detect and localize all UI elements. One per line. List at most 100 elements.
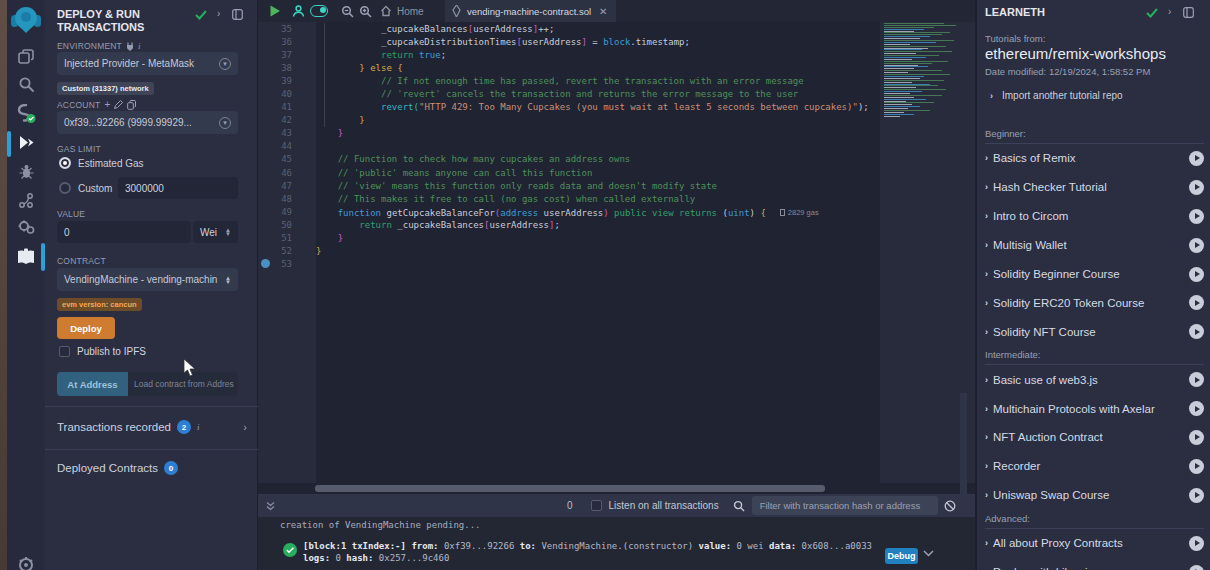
play-tutorial-icon[interactable] <box>1189 565 1204 570</box>
chevron-right-icon: › <box>985 404 988 414</box>
import-tutorial-row[interactable]: › Import another tutorial repo <box>990 90 1123 101</box>
line-number: 43 <box>258 127 292 140</box>
clear-terminal-icon[interactable] <box>944 500 956 512</box>
deploy-run-icon[interactable] <box>7 134 45 151</box>
section-label: Advanced: <box>985 513 1204 529</box>
play-tutorial-icon[interactable] <box>1189 488 1204 503</box>
tutorial-title: Multisig Wallet <box>993 239 1067 251</box>
play-tutorial-icon[interactable] <box>1189 151 1204 166</box>
zoom-out-icon[interactable] <box>341 5 354 18</box>
zoom-in-icon[interactable] <box>359 5 372 18</box>
search-icon[interactable] <box>7 76 45 93</box>
tutorial-item[interactable]: ›Solidity Beginner Course <box>985 260 1204 289</box>
line-number: 41 <box>258 101 292 114</box>
publish-ipfs-checkbox[interactable] <box>59 346 70 357</box>
play-tutorial-icon[interactable] <box>1189 295 1204 310</box>
plugin-manager-icon[interactable] <box>7 219 45 235</box>
line-number: 48 <box>258 193 292 206</box>
contract-select[interactable]: VendingMachine - vending-machin ▲▼ <box>57 268 238 291</box>
horizontal-scrollbar[interactable] <box>315 485 825 492</box>
code-editor[interactable]: 35363738394041424344454647484950515253 _… <box>258 22 975 483</box>
listen-checkbox[interactable] <box>591 500 602 511</box>
tutorial-item[interactable]: ›Intro to Circom <box>985 202 1204 231</box>
tutorial-item[interactable]: ›Basics of Remix <box>985 144 1204 173</box>
git-icon[interactable] <box>7 192 45 209</box>
publish-ipfs-row[interactable]: Publish to IPFS <box>59 346 146 357</box>
run-script-icon[interactable] <box>269 5 281 17</box>
tutorial-item[interactable]: ›Multisig Wallet <box>985 231 1204 260</box>
tutorial-item[interactable]: ›Solidity ERC20 Token Course <box>985 288 1204 317</box>
code-line <box>316 140 869 153</box>
play-tutorial-icon[interactable] <box>1189 267 1204 282</box>
learneth-icon[interactable] <box>7 248 45 266</box>
code-line: _cupcakeDistributionTimes[userAddress] =… <box>316 36 869 49</box>
play-tutorial-icon[interactable] <box>1189 324 1204 339</box>
environment-select[interactable]: Injected Provider - MetaMask ▾ <box>57 52 238 75</box>
divider <box>45 406 258 407</box>
value-unit-select[interactable]: Wei▲▼ <box>193 221 238 243</box>
play-tutorial-icon[interactable] <box>1189 536 1204 551</box>
code-line: function getCupcakeBalanceFor(address us… <box>316 206 869 219</box>
learneth-collapse-icon[interactable]: › <box>1168 6 1171 17</box>
tx-expand-icon[interactable] <box>923 550 934 557</box>
debug-button[interactable]: Debug <box>885 548 918 564</box>
tutorial-item[interactable]: ›Multichain Protocols with Axelar <box>985 394 1204 423</box>
panel-collapse-icon[interactable]: › <box>217 8 220 19</box>
tutorial-item[interactable]: ›All about Proxy Contracts <box>985 529 1204 558</box>
ai-toggle-icon[interactable] <box>310 5 328 17</box>
custom-gas-input[interactable]: 3000000 <box>118 177 238 199</box>
terminal[interactable]: creation of VendingMachine pending... [b… <box>258 517 975 570</box>
file-tab[interactable]: vending-machine-contract.sol ✕ <box>445 0 616 22</box>
at-address-button[interactable]: At Address <box>57 372 128 396</box>
tutorial-item[interactable]: ›Recorder <box>985 452 1204 481</box>
tutorial-item[interactable]: ›Uniswap Swap Course <box>985 481 1204 510</box>
transactions-recorded-row[interactable]: Transactions recorded 2 i › <box>57 420 247 434</box>
play-tutorial-icon[interactable] <box>1189 430 1204 445</box>
code-line: // 'public' means anyone can call this f… <box>316 167 869 180</box>
play-tutorial-icon[interactable] <box>1189 372 1204 387</box>
account-select[interactable]: 0xf39...92266 (9999.99929... ▾ <box>57 111 238 134</box>
tutorial-title: Intro to Circom <box>993 210 1068 222</box>
line-number: 42 <box>258 114 292 127</box>
code-line: revert("HTTP 429: Too Many Cupcakes (you… <box>316 101 869 114</box>
remixai-icon[interactable] <box>292 4 305 18</box>
value-input[interactable]: 0 <box>57 221 191 243</box>
tx-log-text[interactable]: [block:1 txIndex:-] from: 0xf39...92266 … <box>303 541 872 564</box>
tutorial-item[interactable]: ›Deploy with Libraries <box>985 558 1204 570</box>
custom-gas-radio[interactable]: Custom <box>59 182 112 194</box>
add-account-icon[interactable]: + <box>104 99 110 110</box>
terminal-count: 0 <box>567 500 573 511</box>
copy-icon[interactable] <box>127 100 136 110</box>
learneth-check-icon <box>1146 8 1158 18</box>
terminal-collapse-icon[interactable] <box>266 501 275 511</box>
repo-name: ethereum/remix-workshops <box>985 45 1166 62</box>
file-explorer-icon[interactable] <box>7 48 45 66</box>
play-tutorial-icon[interactable] <box>1189 401 1204 416</box>
transactions-expand-icon[interactable]: › <box>243 421 247 433</box>
play-tutorial-icon[interactable] <box>1189 180 1204 195</box>
deploy-button[interactable]: Deploy <box>57 317 115 339</box>
tutorial-item[interactable]: ›Solidity NFT Course <box>985 317 1204 346</box>
play-tutorial-icon[interactable] <box>1189 209 1204 224</box>
panel-pin-icon[interactable] <box>232 9 243 20</box>
deploy-run-panel: DEPLOY & RUN TRANSACTIONS › ENVIRONMENT … <box>45 0 258 570</box>
vertical-scrollbar[interactable] <box>960 393 967 505</box>
play-tutorial-icon[interactable] <box>1189 459 1204 474</box>
learneth-pin-icon[interactable] <box>1183 7 1194 18</box>
tutorial-item[interactable]: ›Basic use of web3.js <box>985 365 1204 394</box>
close-tab-icon[interactable]: ✕ <box>599 6 607 17</box>
solidity-compiler-icon[interactable] <box>7 104 45 124</box>
chevron-right-icon: › <box>985 269 988 279</box>
tutorial-item[interactable]: ›Hash Checker Tutorial <box>985 173 1204 202</box>
tutorial-item[interactable]: ›NFT Auction Contract <box>985 423 1204 452</box>
home-tab[interactable]: Home <box>380 5 424 17</box>
remix-logo-icon[interactable] <box>7 5 45 33</box>
edit-icon[interactable] <box>114 100 123 109</box>
minimap[interactable] <box>884 23 962 123</box>
terminal-filter-input[interactable]: Filter with transaction hash or address <box>752 496 938 515</box>
info-icon[interactable]: i <box>138 41 141 51</box>
estimated-gas-radio[interactable]: Estimated Gas <box>59 157 144 169</box>
settings-icon[interactable] <box>7 556 45 570</box>
debugger-icon[interactable] <box>7 163 45 180</box>
play-tutorial-icon[interactable] <box>1189 238 1204 253</box>
